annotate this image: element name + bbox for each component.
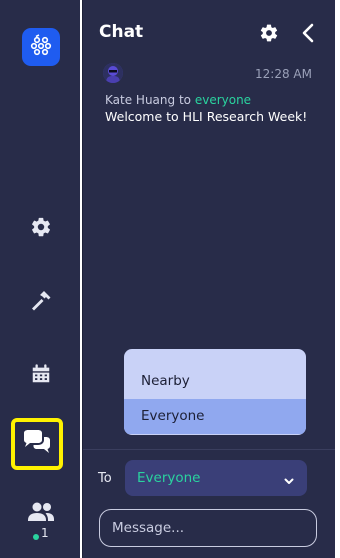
chat-panel: Chat 12:28 AM Kate Huang to everyone Wel…: [82, 0, 336, 558]
chevron-down-icon: [283, 472, 295, 484]
message-input[interactable]: [99, 509, 317, 547]
calendar-icon[interactable]: [27, 360, 55, 388]
chevron-left-icon[interactable]: [297, 20, 319, 46]
online-count: 1: [41, 526, 49, 540]
chat-title: Chat: [99, 22, 144, 42]
recipient-select-value: Everyone: [137, 470, 201, 486]
message-author[interactable]: Kate Huang: [105, 93, 175, 107]
to-label: To: [98, 471, 112, 486]
recipient-dropdown-menu: Nearby Everyone: [124, 349, 306, 435]
chat-settings-gear-icon[interactable]: [258, 22, 280, 44]
right-edge: [335, 0, 340, 558]
logo-icon[interactable]: [22, 28, 60, 66]
left-rail: 1: [0, 0, 80, 558]
dropdown-option-everyone[interactable]: Everyone: [124, 399, 306, 434]
online-status-dot: [33, 534, 39, 540]
composer-divider: [83, 449, 336, 450]
avatar[interactable]: [103, 63, 123, 83]
recipient-select[interactable]: Everyone: [125, 460, 307, 496]
message-text: Welcome to HLI Research Week!: [105, 109, 308, 124]
chat-tab-button[interactable]: [11, 418, 63, 470]
message-recipient: everyone: [194, 93, 252, 107]
chat-bubbles-icon: [22, 429, 52, 459]
app-window: 1 Chat 12:28 AM Kate Huang to everyone W…: [0, 0, 340, 558]
settings-gear-icon[interactable]: [27, 213, 55, 241]
dropdown-option-nearby[interactable]: Nearby: [124, 364, 306, 399]
message-to-word: to: [178, 93, 191, 107]
message-meta: Kate Huang to everyone: [105, 93, 251, 107]
people-icon[interactable]: [27, 498, 55, 526]
hammer-icon[interactable]: [27, 286, 55, 314]
message-timestamp: 12:28 AM: [255, 67, 312, 81]
